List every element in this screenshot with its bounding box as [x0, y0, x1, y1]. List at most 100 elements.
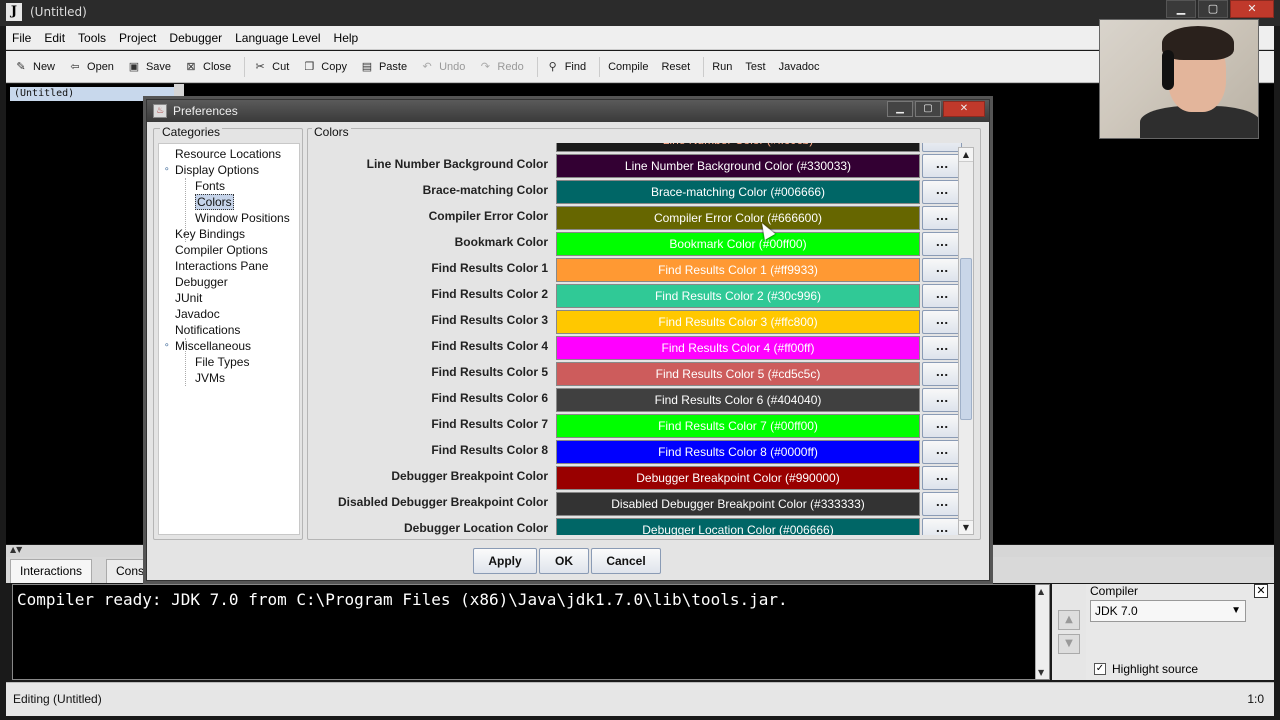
interactions-console[interactable]: Compiler ready: JDK 7.0 from C:\Program … [12, 584, 1050, 680]
cancel-button[interactable]: Cancel [591, 548, 661, 574]
colors-scrollbar[interactable]: ▲ ▼ [958, 147, 974, 535]
color-swatch-button[interactable]: Find Results Color 1 (#ff9933) [556, 258, 920, 282]
new-icon: ✎ [16, 60, 26, 73]
tree-expand-icon[interactable]: ⚬ [163, 165, 171, 175]
copy-button[interactable]: ❐ Copy [302, 60, 347, 74]
javadoc-button[interactable]: Javadoc [779, 61, 820, 73]
choose-color-button[interactable]: ... [922, 258, 962, 282]
choose-color-button[interactable]: ... [922, 284, 962, 308]
dialog-minimize-button[interactable]: ▁ [887, 101, 913, 117]
category-fonts[interactable]: Fonts [195, 178, 225, 194]
color-swatch-button[interactable]: Disabled Debugger Breakpoint Color (#333… [556, 492, 920, 516]
color-swatch-button[interactable]: Bookmark Color (#00ff00) [556, 232, 920, 256]
scroll-up-icon[interactable]: ▲ [1038, 587, 1044, 596]
category-notifications[interactable]: Notifications [175, 322, 240, 338]
dialog-maximize-button[interactable]: ▢ [915, 101, 941, 117]
compile-button-label: Compile [608, 60, 649, 73]
test-button[interactable]: Test [745, 61, 765, 73]
category-colors[interactable]: Colors [195, 194, 234, 210]
apply-button[interactable]: Apply [473, 548, 537, 574]
color-swatch-button[interactable]: Debugger Breakpoint Color (#990000) [556, 466, 920, 490]
reset-button[interactable]: Reset [661, 61, 690, 73]
menu-file[interactable]: File [12, 31, 31, 45]
tab-interactions[interactable]: Interactions [10, 559, 93, 583]
scroll-down-icon[interactable]: ▼ [1038, 668, 1044, 677]
preferences-titlebar[interactable]: ♨ Preferences ▁ ▢ ✕ [147, 100, 989, 122]
find-button[interactable]: ⚲ Find [546, 60, 586, 74]
scrollbar-thumb[interactable] [960, 258, 972, 420]
redo-button[interactable]: ↷ Redo [478, 60, 524, 74]
choose-color-button[interactable]: ... [922, 362, 962, 386]
choose-color-button[interactable]: ... [922, 388, 962, 412]
find-icon: ⚲ [548, 60, 557, 73]
category-debugger[interactable]: Debugger [175, 274, 228, 290]
choose-color-button[interactable]: ... [922, 492, 962, 516]
category-window-positions[interactable]: Window Positions [195, 210, 290, 226]
color-swatch-button[interactable]: Find Results Color 6 (#404040) [556, 388, 920, 412]
maximize-button[interactable]: ▢ [1198, 0, 1228, 18]
close-button[interactable]: ⊠ Close [184, 60, 231, 74]
color-swatch-button[interactable]: Compiler Error Color (#666600) [556, 206, 920, 230]
undo-button[interactable]: ↶ Undo [420, 60, 465, 74]
tree-expand-icon[interactable]: ⚬ [163, 341, 171, 351]
compile-button[interactable]: Compile [608, 61, 648, 73]
console-scrollbar[interactable]: ▲ ▼ [1035, 585, 1049, 679]
scroll-up-icon[interactable]: ▲ [959, 148, 973, 162]
new-button[interactable]: ✎ New [14, 60, 55, 74]
scroll-down-icon[interactable]: ▼ [959, 520, 973, 534]
menu-help[interactable]: Help [334, 31, 359, 45]
menu-language-level[interactable]: Language Level [235, 31, 320, 45]
menu-edit[interactable]: Edit [44, 31, 65, 45]
choose-color-button[interactable]: ... [922, 206, 962, 230]
cut-button[interactable]: ✂ Cut [253, 60, 290, 74]
choose-color-button[interactable]: ... [922, 466, 962, 490]
open-button[interactable]: ⇦ Open [68, 60, 114, 74]
choose-color-button[interactable]: ... [922, 518, 962, 535]
menu-project[interactable]: Project [119, 31, 156, 45]
choose-color-button[interactable]: ... [922, 180, 962, 204]
category-compiler-options[interactable]: Compiler Options [175, 242, 268, 258]
color-swatch-button[interactable]: Debugger Location Color (#006666) [556, 518, 920, 535]
history-down-button[interactable]: ▼ [1058, 634, 1080, 654]
history-up-button[interactable]: ▲ [1058, 610, 1080, 630]
category-interactions-pane[interactable]: Interactions Pane [175, 258, 268, 274]
category-jvms[interactable]: JVMs [195, 370, 225, 386]
save-button[interactable]: ▣ Save [127, 60, 171, 74]
category-miscellaneous[interactable]: Miscellaneous [175, 338, 251, 354]
dialog-close-button[interactable]: ✕ [943, 101, 985, 117]
run-button[interactable]: Run [712, 61, 732, 73]
color-swatch-button[interactable]: Find Results Color 5 (#cd5c5c) [556, 362, 920, 386]
highlight-source-checkbox[interactable]: ✓ Highlight source [1094, 662, 1198, 676]
choose-color-button[interactable]: ... [922, 336, 962, 360]
color-swatch-button[interactable]: Find Results Color 3 (#ffc800) [556, 310, 920, 334]
choose-color-button[interactable]: ... [922, 143, 962, 152]
minimize-button[interactable]: ▁ [1166, 0, 1196, 18]
category-display-options[interactable]: Display Options [175, 162, 259, 178]
color-swatch-button[interactable]: Brace-matching Color (#006666) [556, 180, 920, 204]
color-setting-label: Find Results Color 2 [431, 287, 548, 301]
paste-button[interactable]: ▤ Paste [360, 60, 407, 74]
menu-debugger[interactable]: Debugger [169, 31, 222, 45]
close-panel-icon[interactable]: ✕ [1254, 584, 1268, 598]
choose-color-button[interactable]: ... [922, 440, 962, 464]
choose-color-button[interactable]: ... [922, 414, 962, 438]
choose-color-button[interactable]: ... [922, 310, 962, 334]
ok-button[interactable]: OK [539, 548, 589, 574]
color-swatch-button[interactable]: Line Number Background Color (#330033) [556, 154, 920, 178]
choose-color-button[interactable]: ... [922, 232, 962, 256]
category-javadoc[interactable]: Javadoc [175, 306, 220, 322]
status-text: Editing (Untitled) [13, 692, 102, 706]
color-swatch-button[interactable]: Find Results Color 8 (#0000ff) [556, 440, 920, 464]
category-resource-locations[interactable]: Resource Locations [175, 146, 281, 162]
category-file-types[interactable]: File Types [195, 354, 249, 370]
close-window-button[interactable]: ✕ [1230, 0, 1274, 18]
category-label: Display Options [175, 163, 260, 177]
color-swatch-button[interactable]: Find Results Color 4 (#ff00ff) [556, 336, 920, 360]
category-junit[interactable]: JUnit [175, 290, 202, 306]
color-swatch-button[interactable]: Find Results Color 7 (#00ff00) [556, 414, 920, 438]
choose-color-button[interactable]: ... [922, 154, 962, 178]
menu-tools[interactable]: Tools [78, 31, 106, 45]
compiler-select[interactable]: JDK 7.0 ▼ [1090, 600, 1246, 622]
color-swatch-button[interactable]: Line Number Color (#ffc0cb) [556, 143, 920, 152]
color-swatch-button[interactable]: Find Results Color 2 (#30c996) [556, 284, 920, 308]
